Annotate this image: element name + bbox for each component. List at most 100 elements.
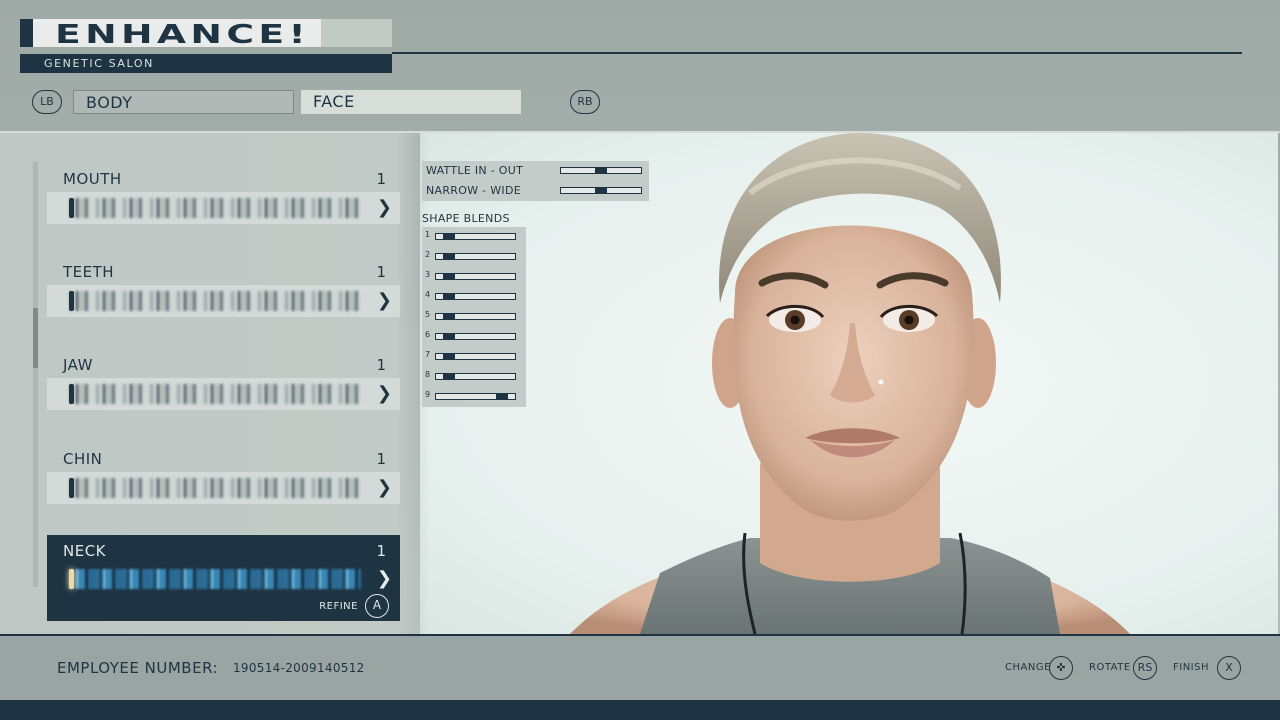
blend-track[interactable] bbox=[435, 333, 516, 340]
refine-button[interactable]: A bbox=[365, 594, 389, 618]
character-portrait bbox=[570, 133, 1130, 634]
blend-fill bbox=[443, 334, 455, 339]
blend-label: 9 bbox=[425, 390, 431, 399]
character-viewport[interactable] bbox=[420, 133, 1278, 634]
blend-track[interactable] bbox=[435, 233, 516, 240]
chevron-right-icon[interactable]: ❯ bbox=[377, 383, 392, 404]
chevron-right-icon[interactable]: ❯ bbox=[377, 477, 392, 498]
blend-fill bbox=[443, 354, 455, 359]
slider-knob[interactable] bbox=[595, 168, 607, 173]
gene-marker bbox=[69, 478, 74, 498]
gene-sequence bbox=[69, 478, 361, 498]
chevron-right-icon[interactable]: ❯ bbox=[377, 290, 392, 311]
blend-row[interactable]: 7 bbox=[425, 347, 523, 367]
gene-strip[interactable]: ❯ bbox=[47, 192, 400, 224]
lb-button[interactable]: LB bbox=[32, 90, 62, 114]
rb-button[interactable]: RB bbox=[570, 90, 600, 114]
app-logo: ENHANCE! bbox=[55, 20, 311, 50]
blend-fill bbox=[496, 394, 508, 399]
blend-row[interactable]: 5 bbox=[425, 307, 523, 327]
blend-fill bbox=[443, 294, 455, 299]
gene-strip[interactable]: ❯ bbox=[47, 378, 400, 410]
x-button[interactable]: X bbox=[1217, 656, 1241, 680]
dpad-icon[interactable]: ✜ bbox=[1049, 656, 1073, 680]
tab-body[interactable]: BODY bbox=[73, 90, 294, 114]
gene-marker bbox=[69, 569, 74, 589]
gene-sequence bbox=[69, 569, 361, 589]
chevron-right-icon[interactable]: ❯ bbox=[377, 568, 392, 589]
employee-number-label: EMPLOYEE NUMBER: bbox=[57, 659, 219, 677]
blend-fill bbox=[443, 274, 455, 279]
change-hint-label: CHANGE bbox=[1005, 662, 1051, 673]
blend-row[interactable]: 6 bbox=[425, 327, 523, 347]
feature-scroll-thumb[interactable] bbox=[33, 308, 38, 368]
blend-row[interactable]: 1 bbox=[425, 227, 523, 247]
blend-track[interactable] bbox=[435, 393, 516, 400]
finish-hint-label: FINISH bbox=[1173, 662, 1209, 673]
slider-panel: WATTLE IN - OUT NARROW - WIDE bbox=[422, 161, 649, 201]
gene-sequence bbox=[69, 198, 361, 218]
feature-value: 1 bbox=[376, 356, 386, 374]
feature-label: TEETH bbox=[63, 263, 115, 281]
blend-label: 1 bbox=[425, 230, 431, 239]
gene-marker bbox=[69, 291, 74, 311]
blend-fill bbox=[443, 314, 455, 319]
blend-row[interactable]: 3 bbox=[425, 267, 523, 287]
refine-label: REFINE bbox=[319, 601, 358, 612]
blend-track[interactable] bbox=[435, 313, 516, 320]
shape-blends-title: SHAPE BLENDS bbox=[422, 212, 510, 225]
subtitle-bar: GENETIC SALON bbox=[20, 54, 392, 73]
feature-item-chin[interactable]: CHIN 1 ❯ bbox=[47, 450, 400, 506]
slider-label: NARROW - WIDE bbox=[426, 184, 521, 197]
logo-bar: ENHANCE! bbox=[20, 19, 392, 50]
feature-scrollbar[interactable] bbox=[33, 162, 38, 587]
blend-row[interactable]: 4 bbox=[425, 287, 523, 307]
blend-track[interactable] bbox=[435, 353, 516, 360]
slider-track[interactable] bbox=[560, 167, 642, 174]
blend-label: 4 bbox=[425, 290, 431, 299]
feature-item-teeth[interactable]: TEETH 1 ❯ bbox=[47, 263, 400, 319]
blend-label: 6 bbox=[425, 330, 431, 339]
rs-button[interactable]: RS bbox=[1133, 656, 1157, 680]
logo-box: ENHANCE! bbox=[33, 19, 321, 50]
feature-value: 1 bbox=[376, 170, 386, 188]
feature-value: 1 bbox=[376, 450, 386, 468]
logo-notch bbox=[20, 19, 33, 47]
blend-row[interactable]: 2 bbox=[425, 247, 523, 267]
slider-narrow-wide[interactable]: NARROW - WIDE bbox=[426, 182, 646, 200]
blend-track[interactable] bbox=[435, 293, 516, 300]
blend-track[interactable] bbox=[435, 373, 516, 380]
slider-label: WATTLE IN - OUT bbox=[426, 164, 524, 177]
slider-knob[interactable] bbox=[595, 188, 607, 193]
blend-label: 2 bbox=[425, 250, 431, 259]
blend-fill bbox=[443, 254, 455, 259]
slider-track[interactable] bbox=[560, 187, 642, 194]
feature-label: CHIN bbox=[63, 450, 103, 468]
blend-label: 8 bbox=[425, 370, 431, 379]
feature-item-mouth[interactable]: MOUTH 1 ❯ bbox=[47, 170, 400, 226]
page-subtitle: GENETIC SALON bbox=[44, 57, 154, 70]
slider-wattle[interactable]: WATTLE IN - OUT bbox=[426, 162, 646, 180]
bottom-strip bbox=[0, 700, 1280, 720]
gene-strip[interactable]: ❯ bbox=[47, 472, 400, 504]
gene-strip[interactable]: ❯ bbox=[47, 285, 400, 317]
blend-label: 7 bbox=[425, 350, 431, 359]
feature-label: MOUTH bbox=[63, 170, 122, 188]
chevron-right-icon[interactable]: ❯ bbox=[377, 197, 392, 218]
blend-row[interactable]: 9 bbox=[425, 387, 523, 407]
blend-track[interactable] bbox=[435, 253, 516, 260]
feature-item-neck[interactable]: NECK 1 ❯ REFINE A bbox=[47, 535, 400, 621]
feature-label: NECK bbox=[63, 542, 107, 560]
feature-label: JAW bbox=[63, 356, 93, 374]
gene-strip[interactable]: ❯ bbox=[47, 563, 400, 595]
tab-face[interactable]: FACE bbox=[301, 90, 521, 114]
gene-marker bbox=[69, 198, 74, 218]
feature-value: 1 bbox=[376, 542, 386, 560]
blend-track[interactable] bbox=[435, 273, 516, 280]
employee-number-value: 190514-2009140512 bbox=[233, 661, 365, 675]
blend-row[interactable]: 8 bbox=[425, 367, 523, 387]
feature-item-jaw[interactable]: JAW 1 ❯ bbox=[47, 356, 400, 412]
shape-blends-panel: 1 2 3 4 5 6 7 8 9 bbox=[422, 227, 526, 407]
blend-label: 3 bbox=[425, 270, 431, 279]
feature-value: 1 bbox=[376, 263, 386, 281]
